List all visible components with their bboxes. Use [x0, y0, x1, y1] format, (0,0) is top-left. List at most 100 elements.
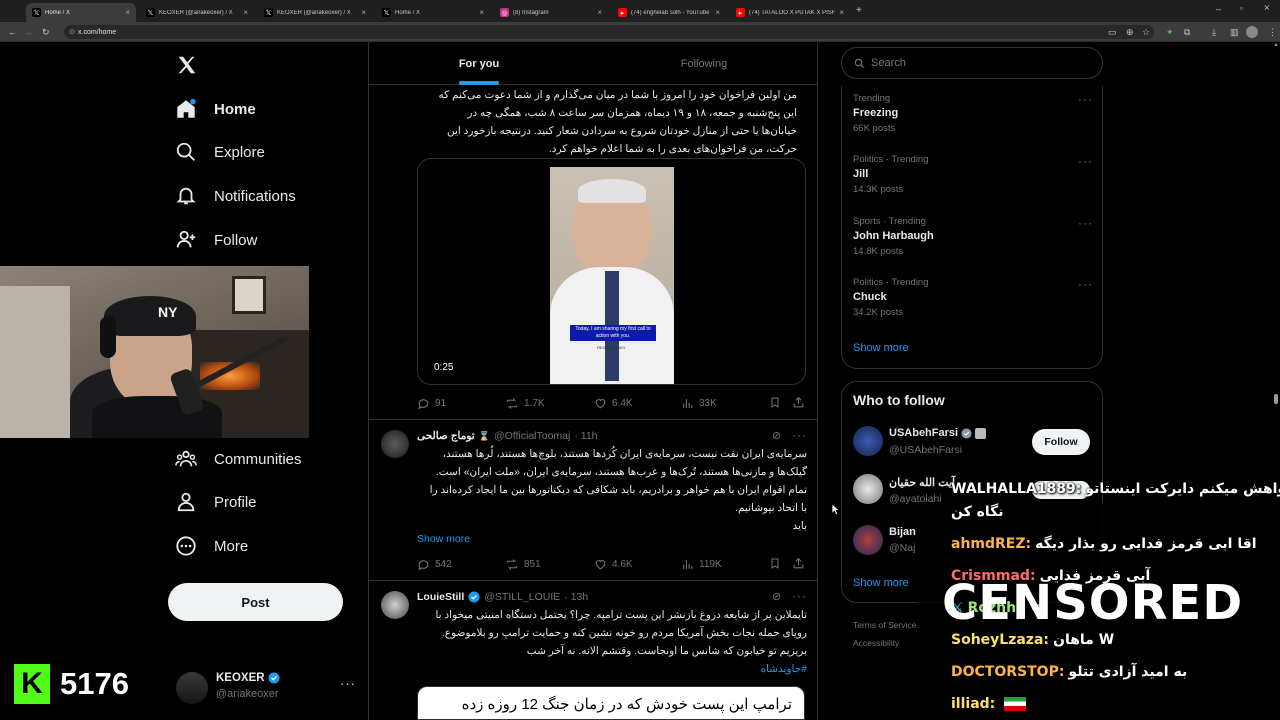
- bookmark-icon[interactable]: [769, 396, 781, 409]
- reply-button[interactable]: 91: [417, 397, 446, 410]
- extension-icon[interactable]: ✦: [1166, 27, 1174, 37]
- more-dots-icon[interactable]: ···: [792, 428, 807, 442]
- browser-tab[interactable]: 𝕏 KEOXER (@ariakeoxer) / X ×: [258, 3, 372, 22]
- suggestion-name[interactable]: Bijan: [889, 526, 916, 538]
- nav-notifications[interactable]: Notifications: [172, 176, 296, 216]
- share-icon[interactable]: [792, 396, 805, 409]
- cast-icon[interactable]: ▭: [1108, 27, 1117, 37]
- views-button[interactable]: 119K: [681, 558, 722, 571]
- nav-home[interactable]: Home: [172, 89, 256, 129]
- footer-link[interactable]: Terms of Service: [853, 620, 916, 630]
- reload-icon[interactable]: ↻: [42, 27, 50, 37]
- more-dots-icon[interactable]: ···: [340, 676, 356, 691]
- browser-tab[interactable]: ▸ (74) enghelab solh - YouTube ×: [612, 3, 726, 22]
- follow-button[interactable]: Follow: [1032, 429, 1090, 455]
- nav-follow[interactable]: Follow: [172, 220, 257, 260]
- search-input[interactable]: Search: [841, 47, 1103, 79]
- grok-icon[interactable]: ⊘: [772, 429, 781, 442]
- tweet-time[interactable]: · 11h: [574, 430, 597, 442]
- profile-avatar-icon[interactable]: [1246, 26, 1258, 38]
- nav-explore[interactable]: Explore: [172, 132, 265, 172]
- bookmark-star-icon[interactable]: ☆: [1142, 27, 1150, 37]
- tab-following[interactable]: Following: [644, 42, 764, 85]
- bookmark-icon[interactable]: [769, 557, 781, 570]
- like-button[interactable]: 6.4K: [594, 397, 633, 410]
- account-switcher[interactable]: KEOXER @ariakeoxer ···: [172, 666, 362, 708]
- scrollbar-thumb[interactable]: [1274, 394, 1278, 404]
- scroll-up-arrow-icon[interactable]: ▲: [1273, 42, 1279, 48]
- tab-for-you[interactable]: For you: [419, 42, 539, 85]
- forward-icon[interactable]: →: [24, 27, 33, 37]
- trend-item[interactable]: Trending Freezing 66K posts: [853, 93, 1093, 134]
- share-icon[interactable]: [792, 557, 805, 570]
- translate-icon[interactable]: ⊕: [1126, 27, 1134, 37]
- maximize-icon[interactable]: ▫: [1240, 4, 1243, 13]
- repost-button[interactable]: 1.7K: [505, 397, 545, 410]
- close-icon[interactable]: ×: [125, 8, 130, 17]
- post-button[interactable]: Post: [168, 583, 343, 621]
- trend-item[interactable]: Politics · Trending Jill 14.3K posts: [853, 154, 1093, 195]
- views-button[interactable]: 33K: [681, 397, 717, 410]
- avatar[interactable]: [853, 426, 883, 456]
- avatar[interactable]: [381, 430, 409, 458]
- close-icon[interactable]: ×: [479, 8, 484, 17]
- site-info-icon[interactable]: ⊙: [69, 28, 75, 36]
- grok-icon[interactable]: ⊘: [772, 590, 781, 603]
- nav-more[interactable]: More: [172, 526, 248, 566]
- minimize-icon[interactable]: –: [1216, 4, 1221, 14]
- reply-button[interactable]: 542: [417, 558, 452, 571]
- avatar[interactable]: [381, 591, 409, 619]
- suggestion-name[interactable]: آیت الله حقیان: [889, 476, 955, 489]
- video-player[interactable]: Today, I am sharing my first call to act…: [417, 158, 806, 385]
- browser-tab[interactable]: ▸ (74) TATALOO X PUTAK X PISHRO ×: [730, 3, 850, 22]
- close-icon[interactable]: ×: [243, 8, 248, 17]
- more-dots-icon[interactable]: ···: [792, 589, 807, 603]
- close-window-icon[interactable]: ×: [1264, 3, 1270, 14]
- browser-tab[interactable]: 𝕏 Home / X ×: [26, 3, 136, 22]
- browser-tab[interactable]: ◎ (8) Instagram ×: [494, 3, 608, 22]
- avatar[interactable]: [853, 525, 883, 555]
- more-dots-icon[interactable]: ···: [1078, 92, 1093, 106]
- trends-show-more-link[interactable]: Show more: [853, 342, 909, 354]
- like-button[interactable]: 4.6K: [594, 558, 633, 571]
- close-icon[interactable]: ×: [715, 8, 720, 17]
- more-dots-icon[interactable]: ···: [1078, 154, 1093, 168]
- author-name[interactable]: توماج صالحی: [417, 430, 475, 442]
- repost-button[interactable]: 851: [505, 558, 541, 571]
- close-icon[interactable]: ×: [597, 8, 602, 17]
- tweet-time[interactable]: · 13h: [564, 591, 588, 603]
- footer-link[interactable]: Accessibility: [853, 638, 899, 648]
- author-handle[interactable]: @OfficialToomaj: [494, 430, 570, 442]
- browser-tab[interactable]: 𝕏 KEOXER (@ariakeoxer) / X ×: [140, 3, 254, 22]
- x-logo-icon[interactable]: [176, 54, 198, 76]
- download-icon[interactable]: ⤓: [1212, 27, 1216, 37]
- quoted-image[interactable]: ترامپ این پست خودش که در زمان جنگ 12 روز…: [417, 686, 805, 720]
- close-icon[interactable]: ×: [839, 8, 844, 17]
- nav-profile[interactable]: Profile: [172, 482, 257, 522]
- nav-communities[interactable]: Communities: [172, 439, 302, 479]
- youtube-icon: ▸: [618, 8, 627, 17]
- trend-item[interactable]: Sports · Trending John Harbaugh 14.8K po…: [853, 216, 1093, 257]
- more-dots-icon[interactable]: ···: [1078, 277, 1093, 291]
- who-to-follow-show-more-link[interactable]: Show more: [853, 577, 909, 589]
- reply-count: 542: [435, 558, 452, 570]
- sidepanel-icon[interactable]: ▥: [1230, 27, 1239, 37]
- address-bar[interactable]: x.com/home: [64, 25, 1154, 39]
- author-name[interactable]: LouieStill: [417, 591, 464, 603]
- post-button-label: Post: [241, 594, 270, 610]
- author-handle[interactable]: @STILL_LOUIE: [484, 591, 560, 603]
- video-frame: Today, I am sharing my first call to act…: [550, 167, 674, 384]
- suggestion-name[interactable]: USAbehFarsi: [889, 427, 958, 439]
- more-dots-icon[interactable]: ···: [1078, 216, 1093, 230]
- back-icon[interactable]: ←: [8, 27, 17, 37]
- hashtag-link[interactable]: #جاویدشاه: [417, 660, 807, 678]
- trend-item[interactable]: Politics · Trending Chuck 34.2K posts: [853, 277, 1093, 318]
- avatar[interactable]: [853, 474, 883, 504]
- browser-menu-icon[interactable]: ⋮: [1268, 27, 1277, 37]
- extensions-puzzle-icon[interactable]: ⧉: [1184, 27, 1190, 37]
- show-more-link[interactable]: Show more: [417, 533, 470, 545]
- browser-tab[interactable]: 𝕏 Home / X ×: [376, 3, 490, 22]
- close-icon[interactable]: ×: [361, 8, 366, 17]
- tweet-text: من اولین فراخوان خود را امروز با شما در …: [417, 86, 797, 158]
- new-tab-button[interactable]: +: [856, 5, 862, 16]
